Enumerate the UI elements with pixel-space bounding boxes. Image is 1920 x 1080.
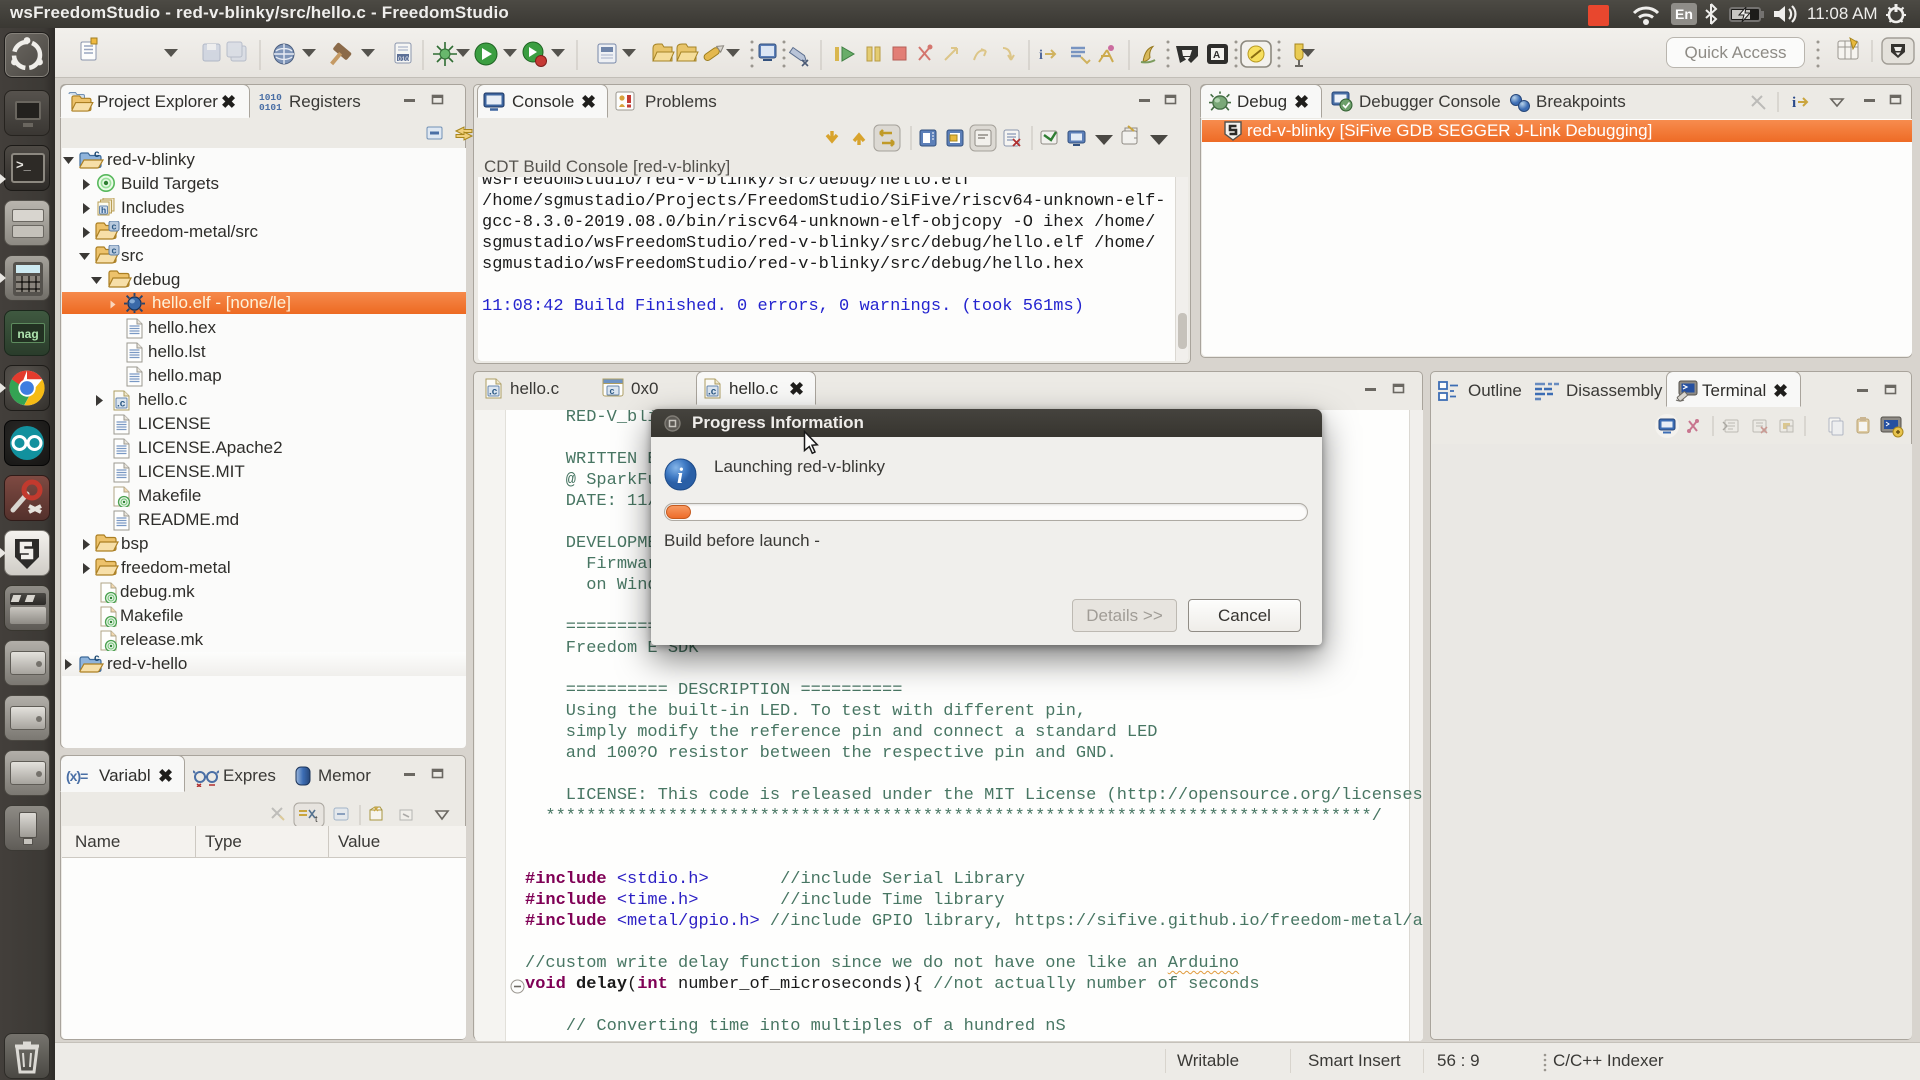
svg-text:010: 010	[398, 56, 409, 63]
svg-text:i: i	[677, 463, 684, 488]
svg-text:i: i	[1792, 95, 1796, 111]
svg-text:0101: 0101	[259, 102, 282, 113]
svg-text:c: c	[610, 386, 615, 396]
svg-text:A: A	[1213, 50, 1220, 61]
svg-text:i: i	[1039, 48, 1043, 63]
